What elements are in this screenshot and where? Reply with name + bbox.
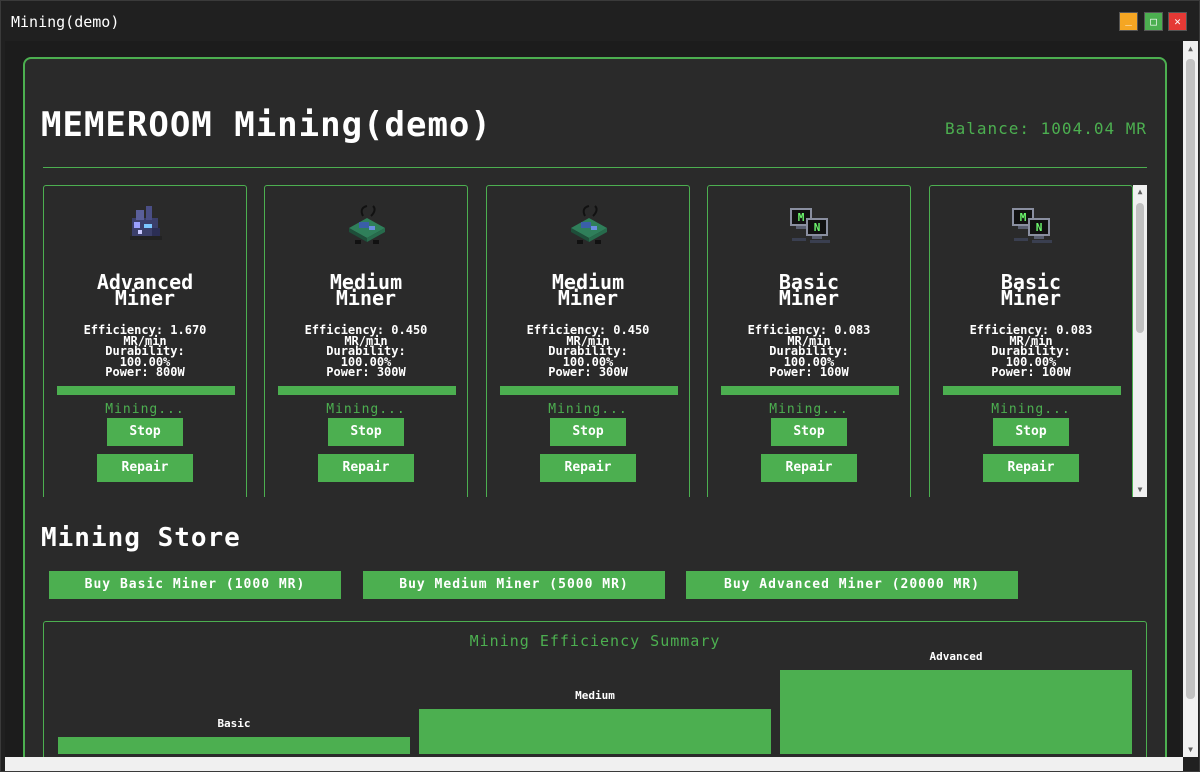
durability-bar — [57, 386, 235, 395]
summary-title: Mining Efficiency Summary — [469, 632, 721, 650]
efficiency-summary: Mining Efficiency Summary Basic0.332 MR/… — [43, 621, 1147, 757]
medium-rig-icon — [565, 200, 613, 248]
miner-power: Power: 100W — [769, 365, 849, 379]
basic-computer-icon: MN — [1008, 200, 1056, 248]
miners-list[interactable]: Advanced Miner Efficiency: 1.670 MR/min Dura… — [43, 185, 1147, 497]
horizontal-scrollbar[interactable] — [5, 757, 1183, 771]
miner-card: Medium Miner Efficiency: 0.450 MR/min Durabi… — [264, 185, 468, 497]
miner-name: Medium Miner — [487, 272, 689, 310]
miner-name: Advanced Miner — [44, 272, 246, 310]
miner-name-line2: Miner — [557, 286, 619, 310]
scroll-down-arrow-icon[interactable]: ▼ — [1133, 483, 1147, 497]
miner-status: Mining... — [991, 402, 1071, 417]
advanced-rig-icon — [122, 200, 170, 248]
summary-bar-medium — [419, 709, 771, 754]
page-scroll-up-icon[interactable]: ▲ — [1183, 41, 1198, 56]
svg-text:M: M — [798, 211, 805, 224]
buy-advanced-miner-button[interactable]: Buy Advanced Miner (20000 MR) — [686, 571, 1018, 599]
miner-stats: Efficiency: 0.450 MR/min Durability: 100.00… — [487, 324, 689, 379]
miner-card: Medium Miner Efficiency: 0.450 MR/min Durabi… — [486, 185, 690, 497]
mining-panel: MEMEROOM Mining(demo) Balance: 1004.04 M… — [23, 57, 1167, 757]
buy-basic-miner-button[interactable]: Buy Basic Miner (1000 MR) — [49, 571, 341, 599]
scroll-up-arrow-icon[interactable]: ▲ — [1133, 185, 1147, 199]
miners-scrollbar[interactable]: ▲ ▼ — [1133, 185, 1147, 497]
repair-button[interactable]: Repair — [761, 454, 857, 482]
miner-stats: Efficiency: 0.450 MR/min Durability: 100.00… — [265, 324, 467, 379]
store-title: Mining Store — [41, 523, 241, 553]
minimize-button[interactable]: _ — [1119, 12, 1138, 31]
miner-power: Power: 800W — [105, 365, 185, 379]
miner-name: Basic Miner — [930, 272, 1132, 310]
miner-power: Power: 300W — [326, 365, 406, 379]
stop-button[interactable]: Stop — [550, 418, 626, 446]
durability-bar — [278, 386, 456, 395]
miner-name-line2: Miner — [778, 286, 840, 310]
miner-power: Power: 100W — [991, 365, 1071, 379]
summary-bar-label: Basic — [217, 717, 251, 730]
miner-status: Mining... — [769, 402, 849, 417]
minimize-icon: _ — [1125, 13, 1132, 26]
durability-bar — [721, 386, 899, 395]
miner-card: Advanced Miner Efficiency: 1.670 MR/min Dura… — [43, 185, 247, 497]
basic-computer-icon: MN — [786, 200, 834, 248]
page-title: MEMEROOM Mining(demo) — [41, 105, 492, 145]
durability-bar — [500, 386, 678, 395]
miner-status: Mining... — [548, 402, 628, 417]
stop-button[interactable]: Stop — [771, 418, 847, 446]
stop-button[interactable]: Stop — [993, 418, 1069, 446]
title-bar[interactable]: Mining(demo) _ □ ✕ — [1, 1, 1199, 41]
summary-bar-label: Medium — [575, 689, 615, 702]
stop-button[interactable]: Stop — [107, 418, 183, 446]
balance-display: Balance: 1004.04 MR — [944, 119, 1147, 138]
miner-name: Medium Miner — [265, 272, 467, 310]
miner-stats: Efficiency: 0.083 MR/min Durability: 100.00… — [930, 324, 1132, 379]
miner-status: Mining... — [105, 402, 185, 417]
miner-stats: Efficiency: 0.083 MR/min Durability: 100.00… — [708, 324, 910, 379]
close-button[interactable]: ✕ — [1168, 12, 1187, 31]
close-icon: ✕ — [1174, 15, 1181, 28]
miner-name-line2: Miner — [114, 286, 176, 310]
svg-text:M: M — [1020, 211, 1027, 224]
repair-button[interactable]: Repair — [318, 454, 414, 482]
svg-text:N: N — [1036, 221, 1043, 234]
repair-button[interactable]: Repair — [540, 454, 636, 482]
page-scroll-thumb[interactable] — [1186, 59, 1195, 699]
svg-text:N: N — [814, 221, 821, 234]
miner-name-line2: Miner — [1000, 286, 1062, 310]
miners-scroll-thumb[interactable] — [1136, 203, 1144, 333]
summary-bar-advanced — [780, 670, 1132, 754]
miner-name-line2: Miner — [335, 286, 397, 310]
page-scrollbar[interactable]: ▲ ▼ — [1183, 41, 1198, 757]
repair-button[interactable]: Repair — [983, 454, 1079, 482]
content-viewport: MEMEROOM Mining(demo) Balance: 1004.04 M… — [5, 41, 1183, 757]
miner-card: M N Basic Miner Efficiency: 0.083 MR/min Durab… — [707, 185, 911, 497]
miner-status: Mining... — [326, 402, 406, 417]
miner-name: Basic Miner — [708, 272, 910, 310]
maximize-icon: □ — [1150, 15, 1157, 28]
summary-bar-label: Advanced — [929, 650, 983, 663]
buy-medium-miner-button[interactable]: Buy Medium Miner (5000 MR) — [363, 571, 665, 599]
repair-button[interactable]: Repair — [97, 454, 193, 482]
app-window: Mining(demo) _ □ ✕ MEMEROOM Mining(demo)… — [0, 0, 1200, 772]
header-divider — [43, 167, 1147, 168]
window-title: Mining(demo) — [11, 13, 120, 31]
medium-rig-icon — [343, 200, 391, 248]
stop-button[interactable]: Stop — [328, 418, 404, 446]
miner-power: Power: 300W — [548, 365, 628, 379]
durability-bar — [943, 386, 1121, 395]
maximize-button[interactable]: □ — [1144, 12, 1163, 31]
miner-stats: Efficiency: 1.670 MR/min Durability: 100.00… — [44, 324, 246, 379]
summary-bar-basic — [58, 737, 410, 754]
page-scroll-down-icon[interactable]: ▼ — [1183, 742, 1198, 757]
miner-card: M N Basic Miner Efficiency: 0.083 MR/min Durab… — [929, 185, 1133, 497]
